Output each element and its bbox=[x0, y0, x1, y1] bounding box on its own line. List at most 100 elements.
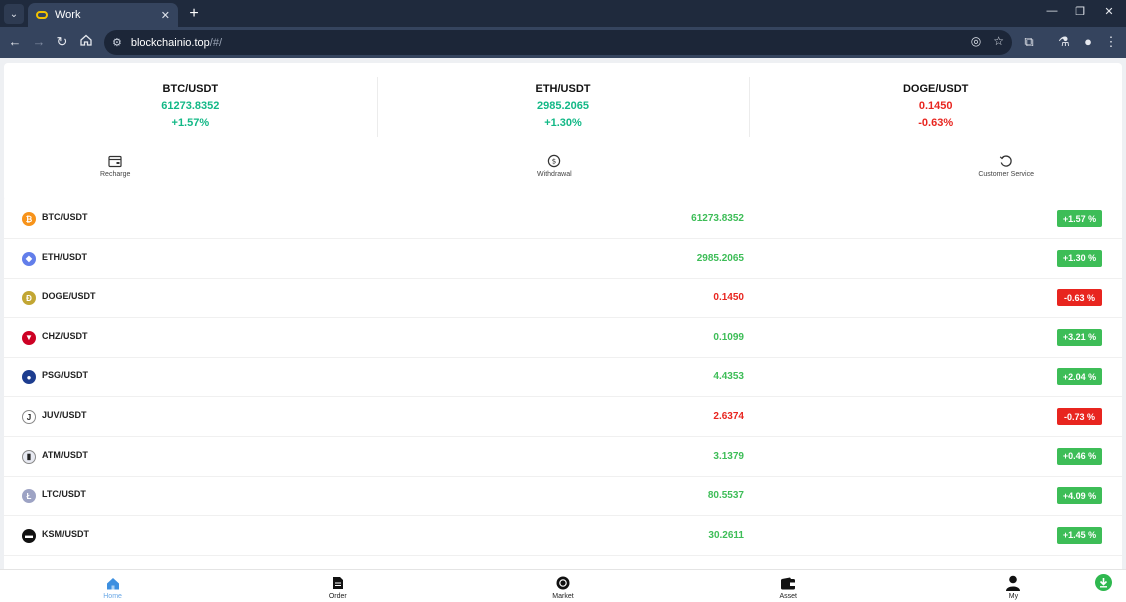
bookmark-star-icon[interactable]: ☆ bbox=[993, 34, 1004, 48]
coin-pair: ATM/USDT bbox=[42, 449, 88, 460]
labs-button[interactable]: ⚗ bbox=[1055, 33, 1073, 51]
nav-market-label: Market bbox=[552, 593, 574, 600]
recharge-button[interactable]: Recharge bbox=[100, 148, 130, 190]
market-row[interactable]: ▼ CHZ/USDT 0.1099 +3.21 % bbox=[4, 319, 1122, 358]
customer-service-button[interactable]: Customer Service bbox=[978, 148, 1034, 190]
coin-pair: JUV/USDT bbox=[42, 410, 87, 420]
market-row[interactable]: Ł LTC/USDT 80.5537 +4.09 % bbox=[4, 477, 1122, 517]
coin-price: 61273.8352 bbox=[691, 213, 744, 224]
change-badge[interactable]: -0.63 % bbox=[1057, 289, 1102, 307]
forward-button[interactable]: → bbox=[30, 33, 48, 51]
coin-pair: KSM/USDT bbox=[42, 528, 89, 539]
maximize-button[interactable]: ❐ bbox=[1072, 5, 1088, 18]
ticker-price: 0.1450 bbox=[918, 100, 953, 112]
recharge-label: Recharge bbox=[100, 171, 131, 178]
order-icon bbox=[330, 575, 346, 591]
coin-price: 3.1379 bbox=[713, 450, 744, 462]
withdrawal-button[interactable]: $ Withdrawal bbox=[537, 148, 572, 190]
change-badge[interactable]: +2.04 % bbox=[1057, 368, 1102, 386]
coin-price: 80.5537 bbox=[707, 490, 744, 502]
market-row[interactable]: ● PSG/USDT 4.4353 +2.04 % bbox=[4, 358, 1122, 398]
coin-pair: CHZ/USDT bbox=[42, 330, 88, 341]
ticker-price: 61273.8352 bbox=[161, 100, 220, 112]
market-row[interactable]: Ð DOGE/USDT 0.1450 -0.63 % bbox=[4, 279, 1122, 319]
arrow-right-icon: → bbox=[32, 34, 46, 49]
bottom-navigation: Home Order Market Asset My bbox=[0, 569, 1126, 602]
market-row[interactable]: ◆ ETH/USDT 2985.2065 +1.30 % bbox=[4, 240, 1122, 279]
market-row[interactable]: J JUV/USDT 2.6374 -0.73 % bbox=[4, 398, 1122, 437]
coin-price: 0.1099 bbox=[713, 331, 744, 343]
browser-toolbar: ← → ↻ ⚙ blockchainio.top /#/ ◎ ☆ ⧉ ⚗ ● ⋮ bbox=[0, 27, 1126, 58]
new-tab-button[interactable]: + bbox=[184, 4, 204, 24]
floating-download-button[interactable] bbox=[1095, 574, 1112, 591]
ticker-pair: BTC/USDT bbox=[162, 83, 219, 95]
minimize-button[interactable]: — bbox=[1044, 5, 1060, 17]
change-badge[interactable]: -0.73 % bbox=[1057, 408, 1102, 425]
market-list: ₿ BTC/USDT 61273.8352 +1.57 % ◆ ETH/USDT 2985.… bbox=[4, 196, 1122, 569]
back-button[interactable]: ← bbox=[6, 33, 24, 51]
coin-icon: Ð bbox=[22, 291, 36, 306]
tab-search-button[interactable]: ⌄ bbox=[4, 4, 24, 24]
flask-icon: ⚗ bbox=[1058, 34, 1070, 49]
customer-service-icon bbox=[999, 154, 1013, 168]
ticker-change: +1.57% bbox=[171, 117, 210, 129]
coin-pair: DOGE/USDT bbox=[42, 291, 96, 302]
user-icon bbox=[1005, 575, 1021, 591]
coin-icon: ▼ bbox=[22, 330, 36, 345]
coin-price: 30.2611 bbox=[708, 529, 744, 541]
omnibox-actions: ◎ ☆ bbox=[971, 34, 1004, 48]
market-row[interactable]: ₿ BTC/USDT 61273.8352 +1.57 % bbox=[4, 200, 1122, 239]
close-window-button[interactable]: ✕ bbox=[1101, 5, 1117, 18]
nav-order[interactable]: Order bbox=[225, 570, 450, 602]
quick-actions-card: Recharge $ Withdrawal Customer Service bbox=[4, 148, 1122, 190]
profile-button[interactable]: ● bbox=[1079, 33, 1097, 51]
chevron-down-icon: ⌄ bbox=[9, 8, 19, 20]
close-tab-icon[interactable]: ✕ bbox=[161, 9, 170, 22]
coin-icon: ₿ bbox=[22, 212, 36, 226]
page-content: BTC/USDT 61273.8352 +1.57% ETH/USDT 2985… bbox=[0, 58, 1126, 569]
site-info-icon[interactable]: ⚙ bbox=[112, 36, 122, 49]
recharge-icon bbox=[108, 154, 122, 168]
withdrawal-icon: $ bbox=[547, 154, 561, 168]
coin-icon: Ł bbox=[22, 489, 36, 504]
download-icon bbox=[1099, 578, 1108, 588]
change-badge[interactable]: +1.57 % bbox=[1057, 210, 1102, 227]
change-badge[interactable]: +1.30 % bbox=[1057, 249, 1102, 267]
reload-button[interactable]: ↻ bbox=[53, 33, 71, 51]
coin-price: 0.1450 bbox=[713, 292, 744, 304]
browser-menu-button[interactable]: ⋮ bbox=[1102, 33, 1120, 51]
coin-price: 2985.2065 bbox=[696, 252, 744, 264]
market-icon bbox=[555, 575, 571, 591]
nav-market[interactable]: Market bbox=[450, 570, 675, 602]
coin-pair: ETH/USDT bbox=[42, 251, 87, 262]
url-path: /#/ bbox=[209, 36, 222, 49]
customer-service-label: Customer Service bbox=[978, 171, 1034, 178]
home-button[interactable] bbox=[77, 33, 95, 51]
wallet-icon bbox=[780, 575, 796, 591]
url-host: blockchainio.top bbox=[130, 36, 210, 49]
tab-title: Work bbox=[55, 9, 81, 21]
coin-price: 4.4353 bbox=[713, 371, 744, 383]
withdrawal-label: Withdrawal bbox=[537, 171, 572, 178]
market-row[interactable]: ▬ KSM/USDT 30.2611 +1.45 % bbox=[4, 517, 1122, 556]
nav-my[interactable]: My bbox=[901, 570, 1126, 602]
avatar-icon: ● bbox=[1084, 34, 1092, 49]
coin-icon: ▬ bbox=[22, 528, 36, 543]
change-badge[interactable]: +0.46 % bbox=[1057, 447, 1102, 465]
change-badge[interactable]: +4.09 % bbox=[1057, 487, 1102, 505]
change-badge[interactable]: +3.21 % bbox=[1057, 328, 1102, 346]
eye-off-icon[interactable]: ◎ bbox=[971, 34, 981, 48]
market-row[interactable]: ▮ ATM/USDT 3.1379 +0.46 % bbox=[4, 438, 1122, 477]
browser-tab[interactable]: Work ✕ bbox=[28, 3, 178, 27]
nav-home[interactable]: Home bbox=[0, 570, 225, 602]
extensions-button[interactable]: ⧉ bbox=[1020, 33, 1038, 51]
coin-icon: ▮ bbox=[22, 449, 36, 464]
coin-icon: J bbox=[22, 410, 36, 424]
change-badge[interactable]: +1.45 % bbox=[1057, 526, 1102, 544]
nav-asset-label: Asset bbox=[779, 593, 797, 600]
arrow-left-icon: ← bbox=[8, 34, 22, 49]
more-vertical-icon: ⋮ bbox=[1104, 34, 1118, 49]
address-bar[interactable]: ⚙ blockchainio.top /#/ ◎ ☆ bbox=[104, 30, 1012, 55]
nav-asset[interactable]: Asset bbox=[676, 570, 901, 602]
puzzle-icon: ⧉ bbox=[1024, 34, 1034, 49]
